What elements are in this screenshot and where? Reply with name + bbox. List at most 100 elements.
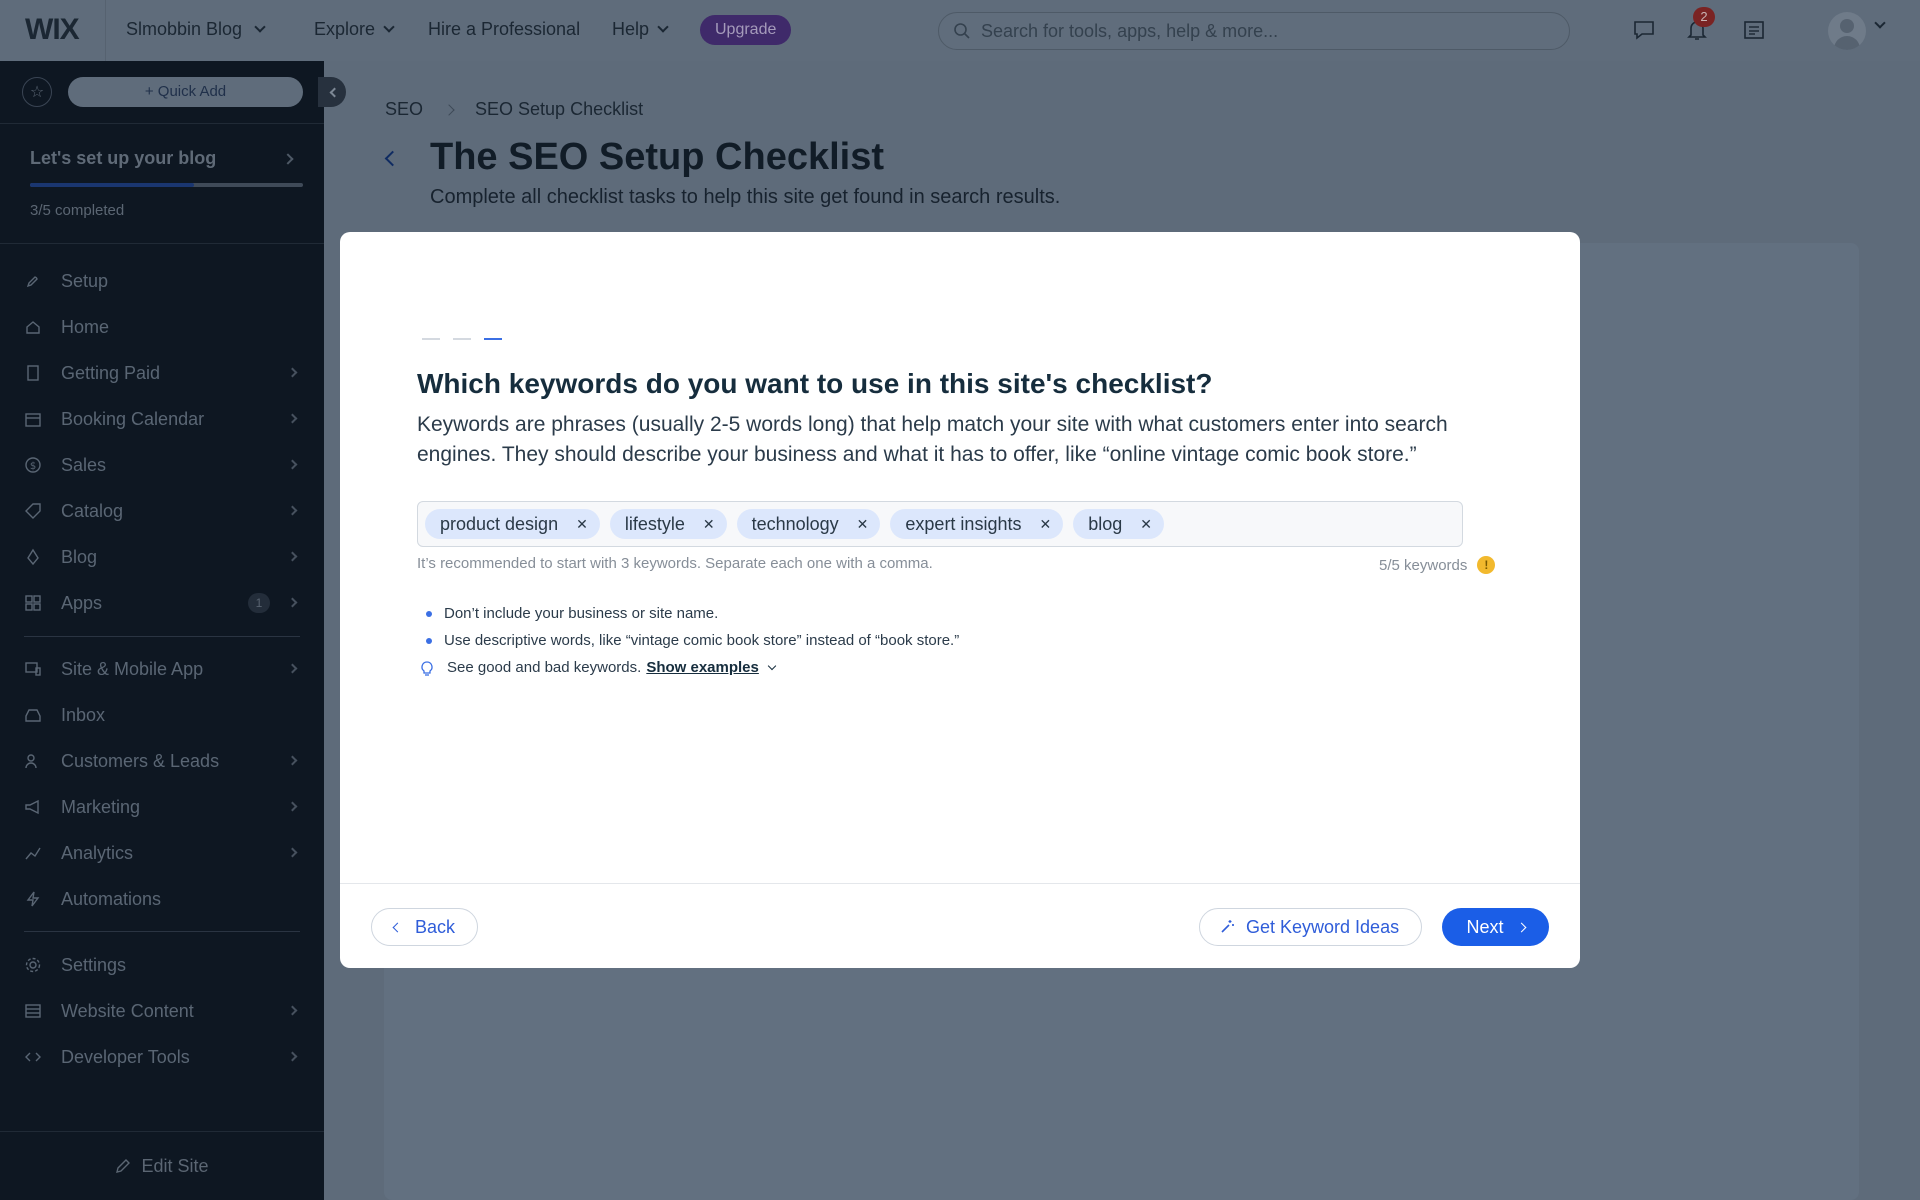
quick-add-button[interactable]: + Quick Add (68, 77, 303, 107)
sidebar-item-booking-calendar[interactable]: Booking Calendar (24, 404, 304, 434)
show-examples-label: Show examples (646, 659, 759, 676)
chevron-right-icon (287, 1005, 298, 1016)
wix-logo[interactable]: WIX (25, 13, 80, 47)
keywords-input[interactable]: product design ✕ lifestyle ✕ technology … (417, 501, 1463, 547)
remove-keyword-icon[interactable]: ✕ (857, 516, 869, 533)
sidebar-item-home[interactable]: Home (24, 312, 304, 342)
sidebar-item-label: Customers & Leads (61, 750, 220, 771)
sidebar-item-developer-tools[interactable]: Developer Tools (24, 1042, 304, 1072)
chevron-left-icon (329, 87, 339, 97)
back-button[interactable]: Back (371, 908, 479, 946)
sidebar-item-label: Catalog (61, 500, 124, 521)
inbox-icon (24, 706, 42, 724)
collapse-sidebar-button[interactable] (318, 77, 346, 107)
chevron-down-icon (254, 21, 266, 33)
chevron-right-icon (287, 505, 298, 516)
edit-site-button[interactable]: Edit Site (0, 1131, 324, 1200)
hire-professional-label: Hire a Professional (428, 19, 581, 39)
megaphone-icon (24, 798, 42, 816)
table-icon (24, 1002, 42, 1020)
search-placeholder: Search for tools, apps, help & more... (981, 20, 1279, 41)
sidebar-item-label: Sales (61, 454, 107, 475)
keyword-text: lifestyle (624, 513, 685, 534)
sidebar-item-site-mobile-app[interactable]: Site & Mobile App (24, 654, 304, 684)
sidebar-item-settings[interactable]: Settings (24, 950, 304, 980)
site-name: Slmobbin Blog (126, 19, 243, 39)
remove-keyword-icon[interactable]: ✕ (703, 516, 715, 533)
step-3 (484, 338, 502, 340)
chevron-right-icon (1516, 922, 1526, 932)
show-examples-link[interactable]: Show examples (646, 659, 777, 676)
setup-title[interactable]: Let's set up your blog (30, 148, 216, 169)
back-label: Back (415, 916, 456, 937)
explore-label: Explore (314, 19, 376, 39)
modal-description: Keywords are phrases (usually 2-5 words … (417, 413, 1448, 466)
breadcrumb-seo[interactable]: SEO (385, 99, 423, 120)
site-selector[interactable]: Slmobbin Blog (126, 19, 266, 40)
sidebar-item-customers-leads[interactable]: Customers & Leads (24, 746, 304, 776)
back-arrow-icon[interactable] (384, 150, 401, 167)
explore-menu[interactable]: Explore (314, 19, 395, 40)
sidebar-item-label: Inbox (61, 704, 106, 725)
sidebar-item-sales[interactable]: $ Sales (24, 450, 304, 480)
next-label: Next (1466, 916, 1504, 937)
setup-progress-text: 3/5 completed (30, 202, 125, 219)
receipt-icon (24, 364, 42, 382)
bullet-icon (426, 637, 432, 644)
star-icon[interactable]: ☆ (22, 77, 52, 107)
remove-keyword-icon[interactable]: ✕ (1140, 516, 1152, 533)
upgrade-button[interactable]: Upgrade (700, 15, 792, 45)
sidebar-divider (0, 123, 324, 124)
help-menu[interactable]: Help (612, 19, 669, 40)
sidebar-item-blog[interactable]: Blog (24, 542, 304, 572)
sidebar-item-automations[interactable]: Automations (24, 884, 304, 914)
sidebar-item-catalog[interactable]: Catalog (24, 496, 304, 526)
get-keyword-ideas-button[interactable]: Get Keyword Ideas (1199, 908, 1423, 946)
chevron-right-icon (287, 801, 298, 812)
chevron-right-icon (287, 413, 298, 424)
modal-footer: Back Get Keyword Ideas Next (340, 883, 1580, 968)
sidebar-item-marketing[interactable]: Marketing (24, 792, 304, 822)
calendar-icon (24, 410, 42, 428)
sidebar-item-label: Marketing (61, 796, 141, 817)
sidebar-divider (24, 931, 300, 932)
remove-keyword-icon[interactable]: ✕ (1039, 516, 1051, 533)
keyword-counter: 5/5 keywords ! (1379, 556, 1496, 574)
sidebar-item-apps[interactable]: Apps 1 (24, 588, 304, 618)
magic-wand-icon (1221, 920, 1234, 933)
sidebar-item-label: Site & Mobile App (61, 658, 204, 679)
sidebar-item-getting-paid[interactable]: Getting Paid (24, 358, 304, 388)
topbar-divider (105, 0, 106, 61)
news-icon[interactable] (1740, 16, 1768, 44)
sidebar-divider (0, 243, 324, 244)
tip-text: Use descriptive words, like “vintage com… (444, 632, 960, 649)
apps-icon (24, 594, 42, 612)
keyword-text: expert insights (905, 513, 1022, 534)
chat-icon[interactable] (1630, 16, 1658, 44)
next-button[interactable]: Next (1442, 908, 1549, 946)
chevron-down-icon[interactable] (1874, 17, 1886, 29)
search-input[interactable]: Search for tools, apps, help & more... (938, 12, 1570, 50)
home-icon (24, 318, 42, 336)
keyword-chip: technology ✕ (736, 509, 881, 539)
sidebar-divider (24, 636, 300, 637)
setup-progress-bar (30, 183, 303, 187)
chart-icon (24, 844, 42, 862)
sidebar-item-website-content[interactable]: Website Content (24, 996, 304, 1026)
sidebar-item-label: Getting Paid (61, 362, 161, 383)
hire-professional-link[interactable]: Hire a Professional (428, 19, 580, 40)
avatar[interactable] (1828, 12, 1866, 50)
code-icon (24, 1048, 42, 1066)
sidebar-item-setup[interactable]: Setup (24, 266, 304, 296)
keyword-count-text: 5/5 keywords (1379, 556, 1468, 574)
sidebar-item-label: Developer Tools (61, 1046, 190, 1067)
top-bar: WIX Slmobbin Blog Explore Hire a Profess… (0, 0, 1920, 61)
remove-keyword-icon[interactable]: ✕ (576, 516, 588, 533)
get-keyword-ideas-label: Get Keyword Ideas (1246, 916, 1400, 937)
sidebar-item-label: Automations (61, 888, 162, 909)
setup-progress-fill (30, 183, 194, 187)
bolt-icon (24, 890, 42, 908)
sidebar-item-analytics[interactable]: Analytics (24, 838, 304, 868)
notification-badge: 2 (1693, 7, 1715, 27)
sidebar-item-inbox[interactable]: Inbox (24, 700, 304, 730)
